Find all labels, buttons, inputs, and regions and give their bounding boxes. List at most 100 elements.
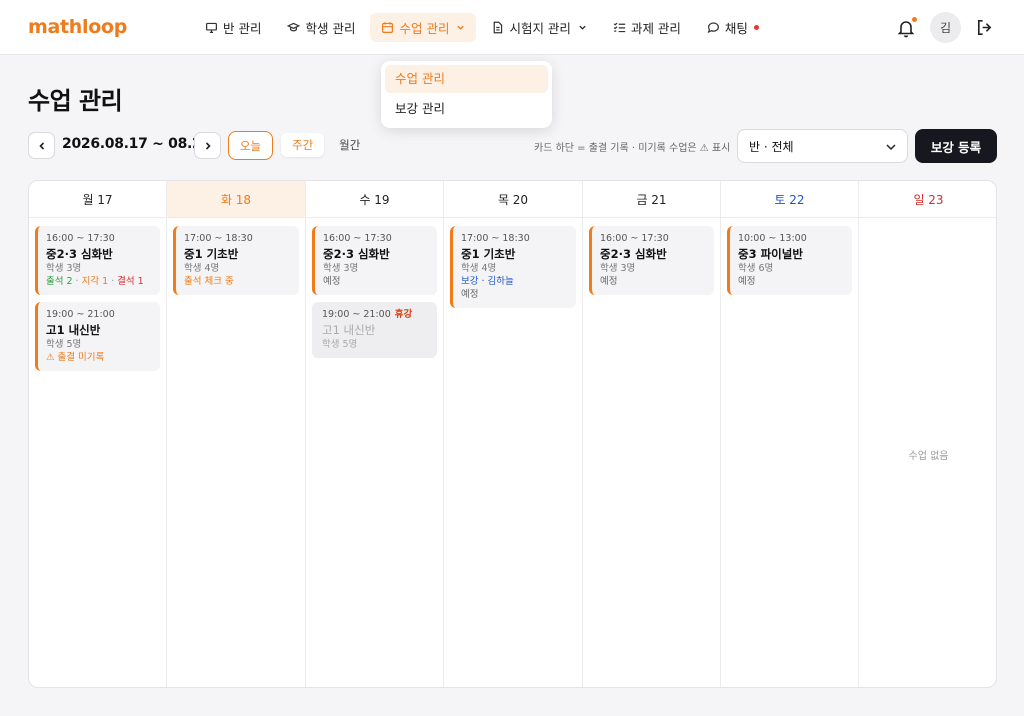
checklist-icon: [613, 22, 626, 33]
lesson-status: 예정: [323, 276, 341, 287]
calendar-toolbar: 2026.08.17 ~ 08.23 오늘 주간 월간 카드 하단 = 출결 기…: [28, 129, 997, 163]
day-column-sat: 토 22 10:00 ~ 13:00 중3 파이널반 학생 6명 예정: [721, 181, 859, 687]
student-count: 학생 5명: [322, 339, 358, 350]
day-column-thu: 목 20 17:00 ~ 18:30 중1 기초반 학생 4명 보강 · 김하늘…: [444, 181, 583, 687]
nav-label: 학생 관리: [305, 21, 356, 36]
nav-homework-management[interactable]: 과제 관리: [602, 13, 692, 42]
monitor-icon: [206, 22, 217, 33]
main-nav: 반 관리 학생 관리 수업 관리 시험지 관리 과제 관리 채팅: [194, 13, 770, 42]
user-avatar[interactable]: 김: [930, 12, 961, 43]
date-range: 2026.08.17 ~ 08.23: [62, 136, 211, 152]
lesson-status: 예정: [600, 276, 618, 287]
lesson-time: 16:00 ~ 17:30: [600, 233, 669, 244]
top-header: mathloop 반 관리 학생 관리 수업 관리 시험지 관리 과제 관리 채…: [0, 0, 1024, 55]
view-weekly-tab[interactable]: 주간: [281, 133, 325, 157]
lesson-card[interactable]: 17:00 ~ 18:30 중1 기초반 학생 4명 출석 체크 중: [173, 226, 299, 295]
day-header: 일 23: [859, 181, 996, 218]
lesson-time: 10:00 ~ 13:00: [738, 233, 807, 244]
lesson-name: 중3 파이널반: [738, 247, 803, 261]
lesson-card[interactable]: 16:00 ~ 17:30 중2·3 심화반 학생 3명 출석 2 · 지각 1 · 결…: [35, 226, 160, 295]
lesson-card[interactable]: 19:00 ~ 21:00 고1 내신반 학생 5명 ⚠ 출결 미기록: [35, 302, 160, 371]
view-monthly-tab[interactable]: 월간: [328, 133, 371, 157]
nav-label: 과제 관리: [630, 21, 681, 36]
lesson-status: 예정: [738, 276, 756, 287]
student-count: 학생 3명: [46, 263, 82, 274]
notification-dot: [912, 16, 917, 22]
student-count: 학생 4명: [461, 263, 497, 274]
day-header-today: 화 18: [167, 181, 305, 218]
nav-chat[interactable]: 채팅: [696, 13, 770, 42]
nav-exam-management[interactable]: 시험지 관리: [480, 13, 597, 42]
day-column-wed: 수 19 16:00 ~ 17:30 중2·3 심화반 학생 3명 예정 19:…: [306, 181, 444, 687]
nav-student-management[interactable]: 학생 관리: [276, 13, 366, 42]
chevron-right-icon: [205, 141, 211, 150]
lesson-name: 중1 기초반: [184, 247, 239, 261]
nav-label: 채팅: [724, 21, 748, 36]
lesson-card[interactable]: 10:00 ~ 13:00 중3 파이널반 학생 6명 예정: [727, 226, 852, 295]
student-count: 학생 6명: [738, 263, 774, 274]
lesson-card[interactable]: 16:00 ~ 17:30 중2·3 심화반 학생 3명 예정: [589, 226, 714, 295]
day-header: 월 17: [29, 181, 166, 218]
student-count: 학생 5명: [46, 339, 82, 350]
notification-button[interactable]: [896, 16, 917, 38]
logout-icon[interactable]: [975, 18, 994, 37]
dropdown-item-lesson[interactable]: 수업 관리: [385, 65, 548, 93]
day-header: 목 20: [444, 181, 582, 218]
lesson-time: 19:00 ~ 21:00: [46, 309, 115, 320]
attendance-unrecorded-warning: ⚠ 출결 미기록: [46, 352, 105, 363]
lesson-card[interactable]: 17:00 ~ 18:30 중1 기초반 학생 4명 보강 · 김하늘 예정: [450, 226, 576, 308]
lesson-time: 16:00 ~ 17:30: [323, 233, 392, 244]
next-week-button[interactable]: [194, 132, 221, 159]
lesson-status: 예정: [461, 289, 479, 300]
cancelled-lesson-card[interactable]: 19:00 ~ 21:00 휴강 고1 내신반 학생 5명: [312, 302, 437, 358]
add-makeup-button[interactable]: 보강 등록: [915, 129, 997, 163]
student-count: 학생 3명: [323, 263, 359, 274]
app-logo[interactable]: mathloop: [28, 16, 127, 38]
student-count: 학생 4명: [184, 263, 220, 274]
student-count: 학생 3명: [600, 263, 636, 274]
day-column-fri: 금 21 16:00 ~ 17:30 중2·3 심화반 학생 3명 예정: [583, 181, 721, 687]
lesson-name: 중2·3 심화반: [46, 247, 113, 261]
day-column-tue: 화 18 17:00 ~ 18:30 중1 기초반 학생 4명 출석 체크 중: [167, 181, 306, 687]
chevron-left-icon: [38, 141, 44, 150]
chevron-down-icon: [457, 25, 465, 30]
nav-lesson-management[interactable]: 수업 관리: [370, 13, 477, 42]
weekly-calendar: 월 17 16:00 ~ 17:30 중2·3 심화반 학생 3명 출석 2 · 지…: [28, 180, 997, 688]
view-toggle: 주간 월간: [281, 133, 371, 157]
lesson-time: 17:00 ~ 18:30: [461, 233, 530, 244]
absent-count: 결석 1: [117, 276, 144, 287]
chat-icon: [707, 22, 719, 34]
lesson-name: 고1 내신반: [322, 323, 376, 337]
lesson-name: 중2·3 심화반: [323, 247, 390, 261]
attendance-summary: 출석 2 · 지각 1 · 결석 1: [46, 276, 144, 287]
prev-week-button[interactable]: [28, 132, 55, 159]
dropdown-item-makeup[interactable]: 보강 관리: [385, 95, 548, 123]
day-header: 수 19: [306, 181, 443, 218]
chevron-down-icon: [886, 144, 896, 151]
day-header: 토 22: [721, 181, 858, 218]
today-button[interactable]: 오늘: [228, 131, 273, 160]
lesson-name: 고1 내신반: [46, 323, 101, 337]
present-count: 출석 2: [46, 276, 73, 287]
nav-label: 시험지 관리: [509, 21, 571, 36]
nav-class-management[interactable]: 반 관리: [194, 13, 272, 42]
class-filter-select[interactable]: 반 · 전체: [737, 129, 908, 163]
graduation-cap-icon: [287, 22, 301, 32]
lesson-name: 중2·3 심화반: [600, 247, 667, 261]
makeup-student: 보강 · 김하늘: [461, 276, 514, 287]
header-actions: 김: [896, 12, 994, 43]
nav-label: 반 관리: [223, 21, 262, 36]
page-title: 수업 관리: [28, 87, 123, 115]
nav-label: 수업 관리: [399, 21, 450, 36]
lesson-name: 중1 기초반: [461, 247, 516, 261]
attendance-hint: 카드 하단 = 출결 기록 · 미기록 수업은 ⚠ 표시: [534, 143, 731, 154]
calendar-icon: [382, 22, 394, 33]
class-filter-value: 반 · 전체: [749, 139, 794, 154]
late-count: 지각 1: [81, 276, 109, 287]
day-header: 금 21: [583, 181, 720, 218]
lesson-time: 17:00 ~ 18:30: [184, 233, 253, 244]
unread-dot: [753, 25, 759, 30]
day-column-mon: 월 17 16:00 ~ 17:30 중2·3 심화반 학생 3명 출석 2 · 지…: [29, 181, 167, 687]
lesson-card[interactable]: 16:00 ~ 17:30 중2·3 심화반 학생 3명 예정: [312, 226, 437, 295]
lesson-time: 16:00 ~ 17:30: [46, 233, 115, 244]
